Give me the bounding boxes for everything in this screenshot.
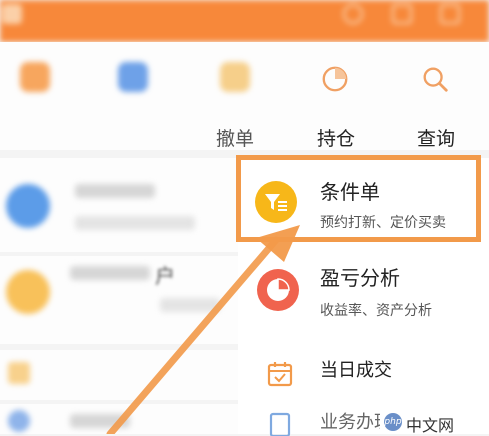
watermark-text: 中文网 <box>406 416 455 435</box>
php-logo-icon: php <box>384 413 402 431</box>
annotation-arrow <box>106 225 300 434</box>
watermark: php 中文网 <box>380 410 489 435</box>
